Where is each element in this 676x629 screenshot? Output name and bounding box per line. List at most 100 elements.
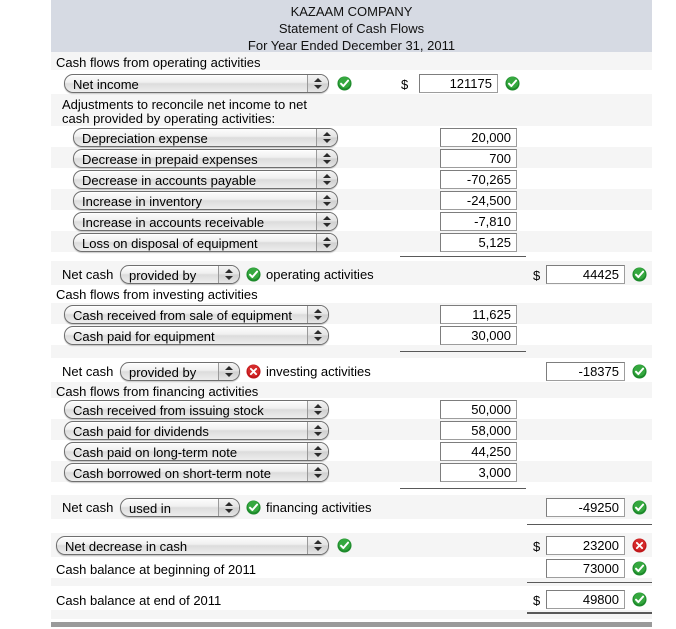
investing-item-amount-input[interactable]: 11,625	[440, 305, 517, 324]
net-change-select-value: Net decrease in cash	[65, 539, 188, 554]
net-operating-amount-input[interactable]: 44425	[546, 265, 625, 284]
stepper-arrows-icon[interactable]	[307, 306, 328, 323]
ending-balance-amount-input[interactable]: 49800	[546, 590, 625, 609]
net-operating-amount-status-icon	[632, 267, 647, 282]
financing-item-select[interactable]: Cash received from issuing stock	[64, 400, 329, 419]
adjustment-select-value: Increase in accounts receivable	[82, 215, 265, 230]
adjustment-select[interactable]: Loss on disposal of equipment	[73, 233, 338, 252]
subtotal-rule	[400, 351, 526, 352]
financing-item-select[interactable]: Cash borrowed on short-term note	[64, 463, 329, 482]
net-financing-select-status-icon	[246, 500, 261, 515]
row-band	[51, 482, 652, 495]
net-income-currency-symbol: $	[401, 77, 409, 92]
net-change-amount-status-icon	[632, 538, 647, 553]
adjustment-select[interactable]: Decrease in accounts payable	[73, 170, 338, 189]
net-operating-select[interactable]: provided by	[120, 265, 240, 284]
subtotal-rule	[400, 256, 526, 257]
company-name: KAZAAM COMPANY	[290, 4, 413, 19]
stepper-arrows-icon[interactable]	[307, 401, 328, 418]
stepper-arrows-icon[interactable]	[307, 537, 328, 554]
adjustment-select[interactable]: Decrease in prepaid expenses	[73, 149, 338, 168]
adjustment-amount-input[interactable]: -70,265	[440, 170, 517, 189]
subtotal-rule	[527, 582, 652, 583]
beginning-balance-status-icon	[632, 561, 647, 576]
ending-balance-currency-symbol: $	[533, 593, 541, 608]
adjustment-select-value: Loss on disposal of equipment	[82, 236, 258, 251]
subtotal-rule	[527, 524, 652, 525]
statement-header: KAZAAM COMPANY Statement of Cash Flows F…	[51, 0, 652, 53]
adjustment-select-value: Decrease in accounts payable	[82, 173, 257, 188]
net-change-select-status-icon	[337, 538, 352, 553]
adjustments-caption-line1: Adjustments to reconcile net income to n…	[62, 97, 307, 112]
net-financing-prefix: Net cash	[62, 500, 114, 515]
net-change-currency-symbol: $	[533, 539, 541, 554]
net-change-amount-input[interactable]: 23200	[546, 536, 625, 555]
statement-title: Statement of Cash Flows	[278, 21, 425, 36]
adjustments-caption-line2: cash provided by operating activities:	[62, 111, 276, 126]
stepper-arrows-icon[interactable]	[307, 464, 328, 481]
investing-item-select-value: Cash received from sale of equipment	[73, 308, 292, 323]
investing-activities-heading: Cash flows from investing activities	[56, 287, 258, 302]
stepper-arrows-icon[interactable]	[307, 327, 328, 344]
net-investing-prefix: Net cash	[62, 364, 114, 379]
investing-item-select[interactable]: Cash paid for equipment	[64, 326, 329, 345]
net-operating-prefix: Net cash	[62, 267, 114, 282]
row-band	[51, 519, 652, 533]
financing-item-amount-input[interactable]: 3,000	[440, 463, 517, 482]
financing-item-select[interactable]: Cash paid on long-term note	[64, 442, 329, 461]
net-investing-amount-input[interactable]: -18375	[546, 362, 625, 381]
adjustment-select-value: Decrease in prepaid expenses	[82, 152, 258, 167]
net-income-select[interactable]: Net income	[64, 74, 329, 93]
ending-balance-label: Cash balance at end of 2011	[56, 593, 222, 608]
adjustment-amount-input[interactable]: -24,500	[440, 191, 517, 210]
financing-item-amount-input[interactable]: 58,000	[440, 421, 517, 440]
adjustment-amount-input[interactable]: 20,000	[440, 128, 517, 147]
net-income-amount-input[interactable]: 121175	[419, 74, 498, 93]
adjustment-select[interactable]: Increase in inventory	[73, 191, 338, 210]
net-financing-amount-input[interactable]: -49250	[546, 498, 625, 517]
net-change-select[interactable]: Net decrease in cash	[56, 536, 329, 555]
stepper-arrows-icon[interactable]	[218, 499, 239, 516]
net-income-amount-status-icon	[505, 76, 520, 91]
stepper-arrows-icon[interactable]	[307, 443, 328, 460]
adjustment-amount-input[interactable]: -7,810	[440, 212, 517, 231]
stepper-arrows-icon[interactable]	[316, 234, 337, 251]
adjustment-select-value: Increase in inventory	[82, 194, 202, 209]
net-investing-select-status-icon	[246, 364, 261, 379]
row-band	[51, 252, 652, 261]
financing-item-amount-input[interactable]: 44,250	[440, 442, 517, 461]
adjustment-amount-input[interactable]: 5,125	[440, 233, 517, 252]
adjustment-select[interactable]: Depreciation expense	[73, 128, 338, 147]
stepper-arrows-icon[interactable]	[316, 150, 337, 167]
net-operating-select-status-icon	[246, 267, 261, 282]
investing-item-amount-input[interactable]: 30,000	[440, 326, 517, 345]
stepper-arrows-icon[interactable]	[307, 422, 328, 439]
stepper-arrows-icon[interactable]	[218, 363, 239, 380]
stepper-arrows-icon[interactable]	[316, 192, 337, 209]
net-financing-amount-status-icon	[632, 500, 647, 515]
net-investing-select[interactable]: provided by	[120, 362, 240, 381]
net-financing-select[interactable]: used in	[120, 498, 240, 517]
adjustment-select[interactable]: Increase in accounts receivable	[73, 212, 338, 231]
cash-flow-statement-worksheet: KAZAAM COMPANY Statement of Cash Flows F…	[0, 0, 676, 629]
net-investing-select-value: provided by	[129, 365, 197, 380]
bottom-divider	[51, 622, 652, 627]
net-income-select-value: Net income	[73, 77, 139, 92]
stepper-arrows-icon[interactable]	[316, 171, 337, 188]
investing-item-select[interactable]: Cash received from sale of equipment	[64, 305, 329, 324]
financing-item-amount-input[interactable]: 50,000	[440, 400, 517, 419]
beginning-balance-amount-input[interactable]: 73000	[546, 559, 625, 578]
net-financing-suffix: financing activities	[266, 500, 372, 515]
net-financing-select-value: used in	[129, 501, 171, 516]
net-operating-select-value: provided by	[129, 268, 197, 283]
financing-item-select-value: Cash paid for dividends	[73, 424, 209, 439]
stepper-arrows-icon[interactable]	[307, 75, 328, 92]
stepper-arrows-icon[interactable]	[316, 213, 337, 230]
stepper-arrows-icon[interactable]	[316, 129, 337, 146]
stepper-arrows-icon[interactable]	[218, 266, 239, 283]
beginning-balance-label: Cash balance at beginning of 2011	[56, 562, 256, 577]
financing-item-select[interactable]: Cash paid for dividends	[64, 421, 329, 440]
net-income-select-status-icon	[337, 76, 352, 91]
adjustment-amount-input[interactable]: 700	[440, 149, 517, 168]
financing-item-select-value: Cash borrowed on short-term note	[73, 466, 271, 481]
